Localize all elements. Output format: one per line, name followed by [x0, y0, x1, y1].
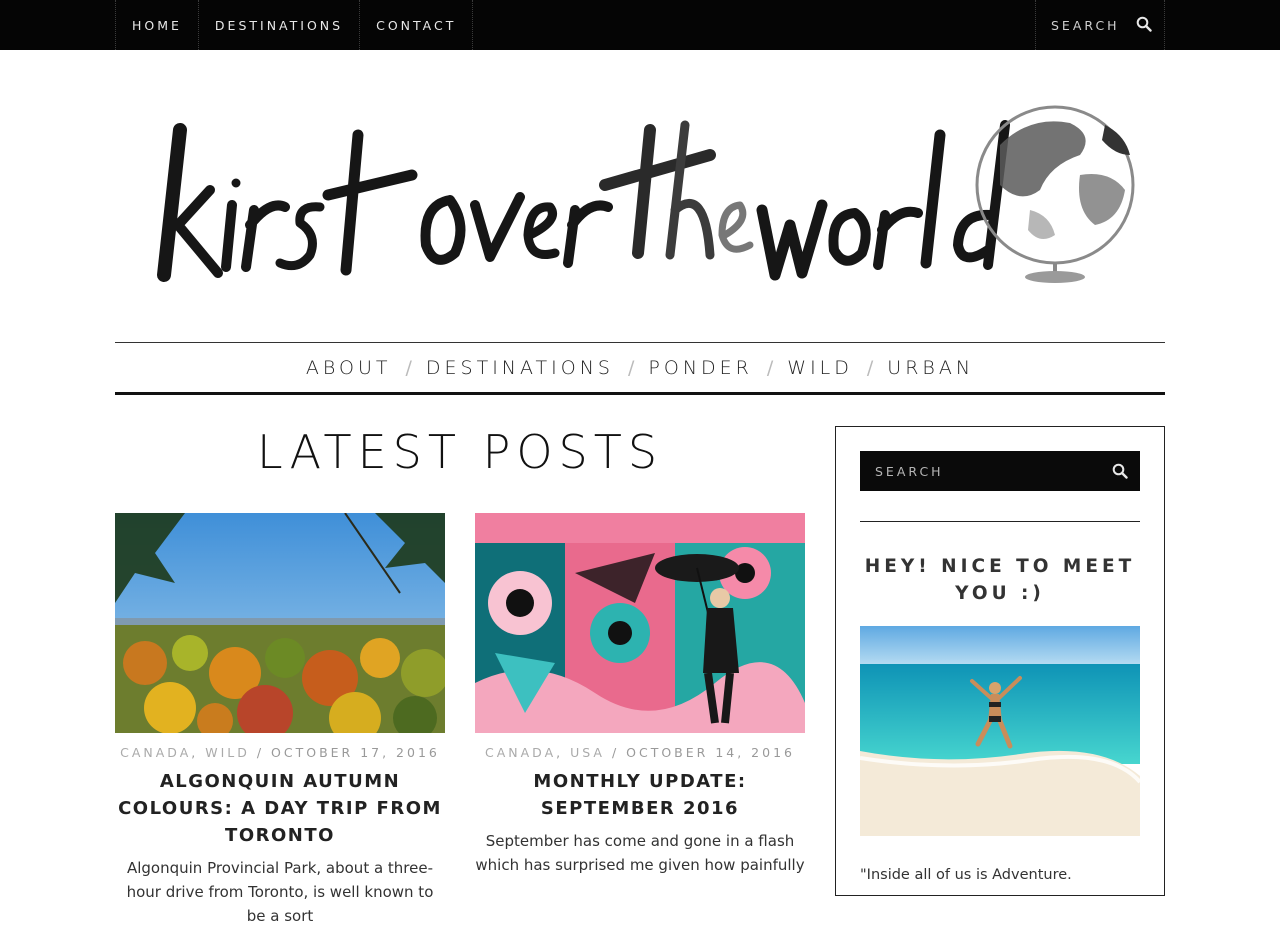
top-search: [1035, 0, 1165, 50]
sidebar-quote: "Inside all of us is Adventure.: [860, 867, 1072, 883]
widget-heading: HEY! NICE TO MEET YOU :): [864, 556, 1136, 604]
post-image[interactable]: [475, 513, 805, 733]
nav-separator: /: [628, 356, 635, 379]
sidebar: HEY! NICE TO MEET YOU :) "Inside all of: [835, 426, 1165, 896]
divider: [860, 521, 1140, 522]
main-nav: ABOUT / DESTINATIONS / PONDER / WILD / U…: [115, 342, 1165, 395]
site-logo[interactable]: [150, 95, 1150, 295]
nav-separator: /: [405, 356, 412, 379]
sidebar-search-input[interactable]: [860, 451, 1080, 491]
post-image[interactable]: [115, 513, 445, 733]
nav-about[interactable]: ABOUT: [306, 357, 392, 379]
post-card: CANADA, WILD / OCTOBER 17, 2016 ALGONQUI…: [115, 513, 445, 928]
nav-wild[interactable]: WILD: [787, 357, 853, 379]
profile-photo: [860, 626, 1140, 836]
post-date: OCTOBER 14, 2016: [626, 745, 795, 760]
post-excerpt: September has come and gone in a flash w…: [475, 832, 805, 874]
post-title[interactable]: ALGONQUIN AUTUMN COLOURS: A DAY TRIP FRO…: [115, 768, 445, 849]
post-meta: CANADA, USA / OCTOBER 14, 2016: [485, 745, 795, 760]
post-excerpt: Algonquin Provincial Park, about a three…: [126, 859, 434, 925]
post-card: CANADA, USA / OCTOBER 14, 2016 MONTHLY U…: [475, 513, 805, 877]
top-nav: HOME DESTINATIONS CONTACT: [115, 0, 474, 50]
top-bar: HOME DESTINATIONS CONTACT: [0, 0, 1280, 50]
post-category[interactable]: WILD: [205, 745, 250, 760]
top-search-input[interactable]: [1036, 17, 1126, 33]
top-nav-contact[interactable]: CONTACT: [359, 0, 474, 50]
post-category[interactable]: CANADA: [120, 745, 191, 760]
nav-urban[interactable]: URBAN: [887, 357, 974, 379]
post-category[interactable]: CANADA: [485, 745, 556, 760]
post-meta: CANADA, WILD / OCTOBER 17, 2016: [120, 745, 440, 760]
search-icon[interactable]: [1136, 16, 1152, 36]
nav-destinations[interactable]: DESTINATIONS: [426, 357, 614, 379]
search-icon[interactable]: [1112, 463, 1128, 483]
nav-separator: /: [766, 356, 774, 379]
latest-posts-heading: LATEST POSTS: [256, 425, 664, 479]
nav-separator: /: [866, 356, 874, 379]
top-nav-home[interactable]: HOME: [115, 0, 198, 50]
post-title[interactable]: MONTHLY UPDATE: SEPTEMBER 2016: [475, 768, 805, 822]
sidebar-search: [860, 451, 1140, 491]
post-category[interactable]: USA: [570, 745, 605, 760]
top-nav-destinations[interactable]: DESTINATIONS: [197, 0, 359, 50]
nav-ponder[interactable]: PONDER: [648, 357, 752, 379]
post-date: OCTOBER 17, 2016: [271, 745, 440, 760]
